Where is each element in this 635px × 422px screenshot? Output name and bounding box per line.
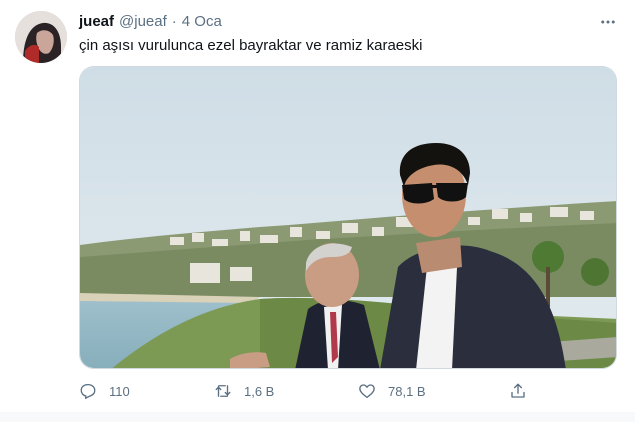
like-count: 78,1 B bbox=[388, 383, 426, 399]
timeline-divider bbox=[0, 412, 635, 422]
retweet-button[interactable]: 1,6 B bbox=[214, 382, 274, 400]
avatar-image bbox=[15, 11, 67, 63]
tweet-actions: 110 1,6 B 78,1 B bbox=[0, 378, 635, 404]
tweet-card[interactable]: jueaf @jueaf · 4 Oca çin aşısı vurulunca… bbox=[0, 0, 635, 413]
retweet-icon bbox=[215, 385, 231, 397]
separator-dot: · bbox=[171, 12, 177, 30]
reply-button[interactable]: 110 bbox=[79, 382, 130, 400]
retweet-count: 1,6 B bbox=[244, 383, 275, 399]
heart-icon bbox=[359, 384, 375, 399]
photo-image bbox=[80, 67, 616, 368]
avatar[interactable] bbox=[15, 11, 67, 63]
author-handle[interactable]: @jueaf bbox=[119, 13, 167, 30]
tweet-photo[interactable] bbox=[79, 66, 617, 369]
more-button[interactable] bbox=[596, 12, 620, 32]
reply-icon bbox=[80, 383, 96, 400]
author-name[interactable]: jueaf bbox=[79, 13, 114, 30]
like-button[interactable]: 78,1 B bbox=[358, 382, 426, 400]
tweet-header: jueaf @jueaf · 4 Oca bbox=[79, 11, 222, 31]
more-icon bbox=[601, 20, 615, 24]
reply-count: 110 bbox=[109, 383, 130, 399]
share-button[interactable] bbox=[509, 382, 527, 400]
share-icon bbox=[511, 383, 525, 398]
tweet-date[interactable]: 4 Oca bbox=[182, 13, 222, 30]
tweet-text: çin aşısı vurulunca ezel bayraktar ve ra… bbox=[79, 37, 423, 54]
